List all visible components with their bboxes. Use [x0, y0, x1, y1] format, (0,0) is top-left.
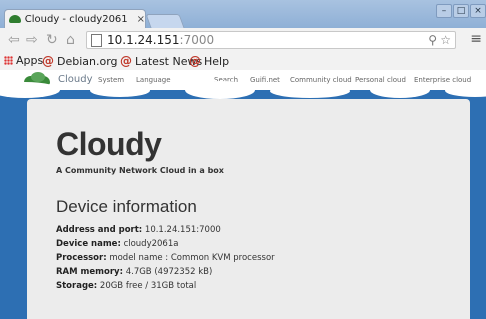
- bookmarks-bar: Apps @ Debian.org @ Latest News @ Help: [0, 52, 486, 71]
- home-icon[interactable]: ⌂: [66, 32, 75, 48]
- tab-title: Cloudy - cloudy2061: [24, 13, 128, 25]
- info-row-address: Address and port: 10.1.24.151:7000: [56, 223, 275, 237]
- nav-language[interactable]: Language: [136, 76, 171, 84]
- info-value: 20GB free / 31GB total: [99, 281, 197, 291]
- device-info-list: Address and port: 10.1.24.151:7000 Devic…: [56, 223, 275, 293]
- bookmark-star-icon[interactable]: ☆: [440, 32, 451, 48]
- new-tab-button[interactable]: [145, 14, 185, 28]
- browser-toolbar: ⇦ ⇨ ↻ ⌂ 10.1.24.151:7000 ⚲ ☆ ≡: [0, 28, 486, 53]
- info-label: RAM memory:: [56, 267, 123, 277]
- reload-icon[interactable]: ↻: [46, 32, 58, 48]
- debian-swirl-icon: @: [120, 54, 132, 68]
- info-value: model name : Common KVM processor: [109, 253, 275, 263]
- page-icon: [91, 34, 102, 47]
- minimize-button[interactable]: –: [436, 4, 452, 18]
- apps-grid-icon: [4, 56, 13, 65]
- close-window-button[interactable]: ×: [470, 4, 486, 18]
- info-value: 4.7GB (4972352 kB): [125, 267, 213, 277]
- back-arrow-icon[interactable]: ⇦: [8, 32, 20, 48]
- info-row-processor: Processor: model name : Common KVM proce…: [56, 251, 275, 265]
- info-row-ram: RAM memory: 4.7GB (4972352 kB): [56, 265, 275, 279]
- info-row-storage: Storage: 20GB free / 31GB total: [56, 279, 275, 293]
- bookmark-debian[interactable]: @ Debian.org: [42, 54, 118, 68]
- browser-titlebar: Cloudy - cloudy2061 × – □ ×: [0, 0, 486, 28]
- info-value: cloudy2061a: [123, 239, 179, 249]
- main-panel: Cloudy A Community Network Cloud in a bo…: [27, 99, 470, 319]
- nav-guifi[interactable]: Guifi.net: [250, 76, 280, 84]
- maximize-button[interactable]: □: [453, 4, 469, 18]
- info-label: Processor:: [56, 253, 107, 263]
- site-brand[interactable]: Cloudy: [58, 74, 92, 85]
- info-value: 10.1.24.151:7000: [144, 225, 221, 235]
- bookmark-help[interactable]: @ Help: [189, 54, 229, 68]
- forward-arrow-icon[interactable]: ⇨: [26, 32, 38, 48]
- info-row-device-name: Device name: cloudy2061a: [56, 237, 275, 251]
- tab-close-icon[interactable]: ×: [137, 14, 145, 25]
- page-tagline: A Community Network Cloud in a box: [56, 166, 224, 175]
- browser-tab[interactable]: Cloudy - cloudy2061 ×: [4, 9, 146, 28]
- bookmark-label: Apps: [16, 54, 44, 67]
- browser-menu-icon[interactable]: ≡: [470, 31, 482, 47]
- address-bar[interactable]: 10.1.24.151:7000 ⚲ ☆: [86, 31, 456, 49]
- info-label: Address and port:: [56, 225, 143, 235]
- cloud-favicon-icon: [9, 15, 21, 23]
- url-port: :7000: [179, 33, 215, 47]
- bookmark-label: Debian.org: [57, 54, 118, 68]
- section-title: Device information: [56, 197, 197, 216]
- url-host: 10.1.24.151: [107, 33, 180, 47]
- page-title: Cloudy: [56, 126, 162, 162]
- search-icon[interactable]: ⚲: [428, 32, 437, 48]
- debian-swirl-icon: @: [189, 54, 201, 68]
- bookmark-label: Help: [204, 54, 230, 68]
- bookmark-apps[interactable]: Apps: [4, 54, 43, 67]
- nav-system[interactable]: System: [98, 76, 124, 84]
- info-label: Device name:: [56, 239, 121, 249]
- info-label: Storage:: [56, 281, 98, 291]
- nav-community-cloud[interactable]: Community cloud: [290, 76, 352, 84]
- nav-enterprise-cloud[interactable]: Enterprise cloud: [414, 76, 471, 84]
- debian-swirl-icon: @: [42, 54, 54, 68]
